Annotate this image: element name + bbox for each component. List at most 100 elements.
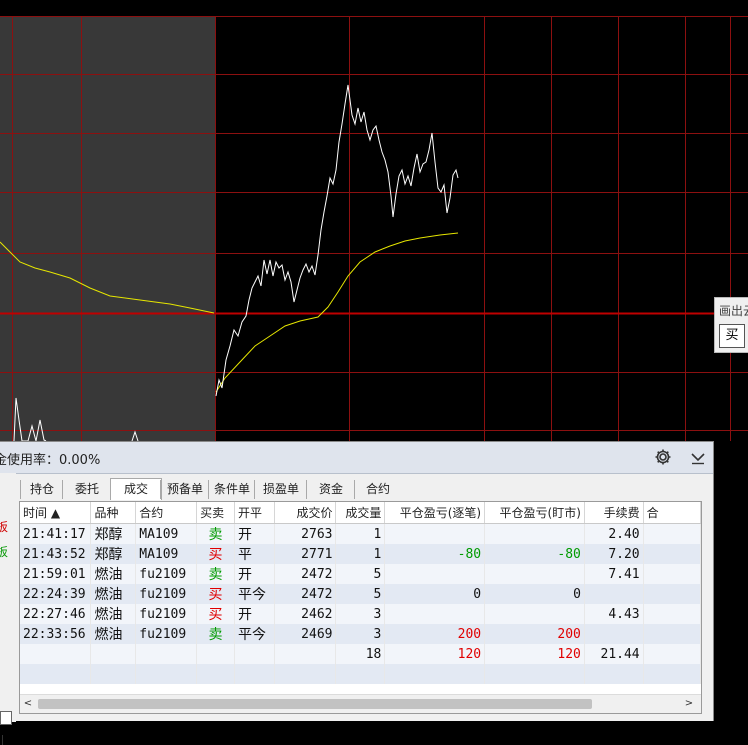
cell-empty	[90, 664, 137, 684]
gear-icon[interactable]	[654, 448, 672, 466]
tab-1[interactable]: 委托	[62, 480, 111, 499]
side-label-red[interactable]: 板	[0, 518, 8, 535]
table-row[interactable]: 21:43:52 郑醇 MA109 买平 2771 1 -80 -80 7.20	[20, 544, 701, 564]
cell-fee: 2.40	[584, 523, 644, 544]
cell-product: 郑醇	[90, 544, 137, 564]
cell-empty	[384, 664, 486, 684]
total-qty: 18	[335, 644, 386, 664]
cell-empty	[643, 604, 701, 624]
tab-6[interactable]: 资金	[306, 480, 355, 499]
chevron-down-icon[interactable]	[689, 448, 707, 466]
cell-oc: 平今	[234, 624, 275, 644]
tab-4[interactable]: 条件单	[208, 480, 255, 499]
cell-contract: MA109	[135, 544, 198, 564]
cell-empty	[643, 544, 701, 564]
cell-empty	[135, 644, 198, 664]
totals-row: 18 120 120 21.44	[20, 644, 701, 664]
cell-price: 2472	[274, 584, 337, 604]
cell-pnl-trade: 0	[384, 584, 486, 604]
column-header-1[interactable]: 品种	[90, 502, 137, 524]
cell-time: 21:41:17	[20, 523, 92, 544]
cell-empty	[274, 644, 337, 664]
cell-oc: 平	[234, 544, 275, 564]
side-divider	[2, 735, 3, 745]
cell-empty	[90, 644, 137, 664]
margin-usage-text: 金使用率：0.00%	[0, 453, 101, 468]
column-header-6[interactable]: 成交量	[335, 502, 386, 524]
scroll-left-arrow[interactable]: <	[20, 695, 36, 713]
cell-empty	[196, 664, 235, 684]
total-pnl-trade: 120	[384, 644, 486, 664]
cell-fee: 7.41	[584, 564, 644, 584]
cell-time: 21:43:52	[20, 544, 92, 564]
total-pnl-mtm: 120	[484, 644, 585, 664]
column-header-3[interactable]: 买卖	[196, 502, 235, 524]
side-checkbox[interactable]	[0, 711, 12, 725]
cell-contract: fu2109	[135, 624, 198, 644]
cell-empty	[643, 664, 701, 684]
tab-0[interactable]: 持仓	[20, 480, 63, 499]
column-header-4[interactable]: 开平	[234, 502, 275, 524]
cell-empty	[643, 624, 701, 644]
table-row[interactable]: 21:59:01 燃油 fu2109 卖开 2472 5 7.41	[20, 564, 701, 584]
cell-empty	[234, 644, 275, 664]
cell-side: 卖	[196, 564, 235, 584]
side-toolbar: 板 板	[0, 473, 16, 745]
cell-empty	[643, 584, 701, 604]
cell-price: 2462	[274, 604, 337, 624]
tab-3[interactable]: 预备单	[160, 480, 209, 499]
cell-qty: 5	[335, 584, 386, 604]
tab-5[interactable]: 损盈单	[254, 480, 307, 499]
cell-empty	[484, 664, 585, 684]
quick-buy-button[interactable]: 买	[719, 324, 745, 348]
cell-pnl-trade	[384, 564, 486, 584]
table-row[interactable]: 22:27:46 燃油 fu2109 买开 2462 3 4.43	[20, 604, 701, 624]
tab-2[interactable]: 成交	[110, 478, 162, 500]
cell-qty: 1	[335, 523, 386, 544]
cell-oc: 开	[234, 604, 275, 624]
cell-pnl-trade	[384, 523, 486, 544]
previous-session-shade	[0, 16, 215, 441]
empty-row	[20, 664, 701, 684]
table-row[interactable]: 22:24:39 燃油 fu2109 买平今 2472 5 0 0	[20, 584, 701, 604]
table-row[interactable]: 22:33:56 燃油 fu2109 卖平今 2469 3 200 200	[20, 624, 701, 644]
cell-side: 卖	[196, 624, 235, 644]
cell-pnl-mtm	[484, 523, 585, 544]
cell-fee: 7.20	[584, 544, 644, 564]
column-header-7[interactable]: 平仓盈亏(逐笔)	[384, 502, 486, 524]
tab-7[interactable]: 合约	[354, 480, 401, 499]
cell-fee: 4.43	[584, 604, 644, 624]
cell-product: 燃油	[90, 564, 137, 584]
column-header-9[interactable]: 手续费	[584, 502, 644, 524]
scroll-thumb[interactable]	[38, 699, 592, 709]
table-row[interactable]: 21:41:17 郑醇 MA109 卖开 2763 1 2.40	[20, 523, 701, 544]
cell-empty	[274, 664, 337, 684]
cell-oc: 平今	[234, 584, 275, 604]
column-header-10[interactable]: 合	[643, 502, 701, 524]
scroll-right-arrow[interactable]: >	[681, 695, 697, 713]
horizontal-scrollbar[interactable]: < >	[20, 694, 701, 713]
column-header-5[interactable]: 成交价	[274, 502, 337, 524]
cell-product: 燃油	[90, 584, 137, 604]
cell-qty: 3	[335, 624, 386, 644]
draw-cloud-title: 画出云	[719, 304, 748, 318]
draw-cloud-widget[interactable]: 画出云 买	[714, 297, 748, 353]
cell-pnl-mtm: -80	[484, 544, 585, 564]
cell-contract: fu2109	[135, 604, 198, 624]
cell-product: 燃油	[90, 624, 137, 644]
side-label-green[interactable]: 板	[0, 543, 8, 560]
trade-panel: 金使用率：0.00% 板 板 持仓 委托 成交 预备单 条件单 损盈单 资金 合约 时间	[0, 441, 714, 745]
column-header-2[interactable]: 合约	[135, 502, 198, 524]
column-header-8[interactable]: 平仓盈亏(盯市)	[484, 502, 585, 524]
panel-header: 金使用率：0.00%	[0, 442, 713, 474]
cell-pnl-mtm	[484, 604, 585, 624]
cell-fee	[584, 584, 644, 604]
cell-side: 买	[196, 544, 235, 564]
intraday-chart[interactable]	[0, 0, 748, 441]
column-header-0[interactable]: 时间 ▲	[20, 502, 92, 524]
cell-side: 买	[196, 584, 235, 604]
cell-empty	[584, 664, 644, 684]
cell-product: 燃油	[90, 604, 137, 624]
cell-side: 卖	[196, 523, 235, 544]
cell-pnl-trade: -80	[384, 544, 486, 564]
